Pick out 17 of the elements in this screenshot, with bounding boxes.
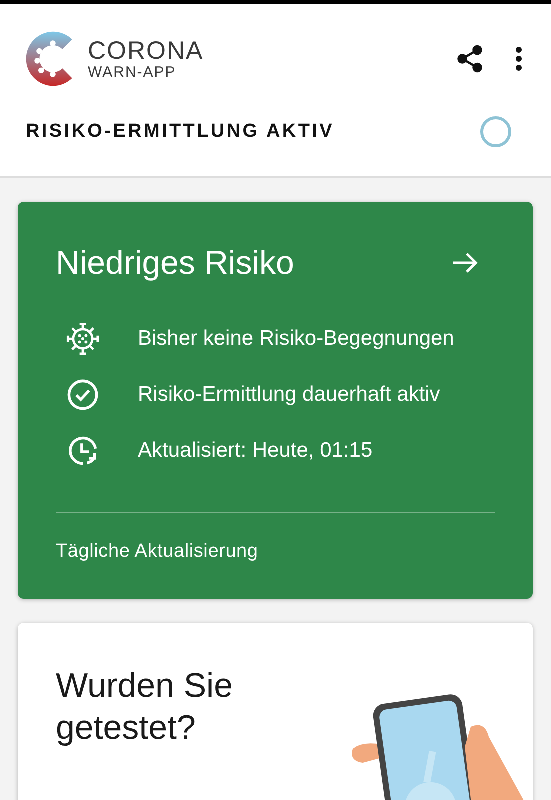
tracing-status-label: RISIKO-ERMITTLUNG AKTIV (26, 121, 334, 143)
risk-detail-text: Bisher keine Risiko-Begegnungen (138, 326, 454, 352)
progress-ring-icon (479, 115, 513, 149)
risk-detail-text: Risiko-Ermittlung dauerhaft aktiv (138, 382, 440, 408)
logo-subtitle: WARN-APP (88, 64, 178, 80)
test-card-title: Wurden Sie getestet? (55, 666, 234, 749)
test-card[interactable]: Wurden Sie getestet? (18, 623, 533, 800)
share-icon[interactable] (455, 44, 485, 74)
risk-title: Niedriges Risiko (56, 244, 294, 282)
check-circle-icon (66, 378, 100, 412)
risk-card[interactable]: Niedriges Risiko Bisher keine Risiko-Begegnungen Risiko-Ermittlung dauerhaft aktiv Aktualisiert: Heute, 01:15 Tägliche Aktualisierung (18, 202, 533, 599)
more-options-icon[interactable] (515, 46, 523, 72)
risk-detail-text: Aktualisiert: Heute, 01:15 (138, 438, 373, 464)
logo-title: CORONA (88, 38, 204, 64)
clock-refresh-icon (66, 434, 100, 468)
update-info-text: Tägliche Aktualisierung (56, 541, 260, 563)
virus-icon (66, 322, 100, 356)
